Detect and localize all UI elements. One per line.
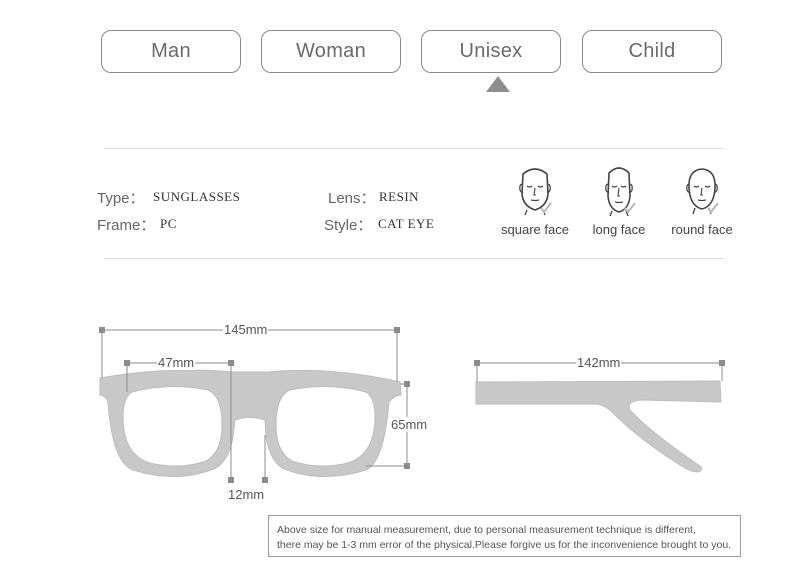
dim-lens-width: 47mm: [157, 355, 196, 370]
measurement-note: Above size for manual measurement, due t…: [268, 515, 741, 557]
dim-total-width: 145mm: [223, 322, 269, 337]
note-line-2: there may be 1-3 mm error of the physica…: [277, 539, 732, 551]
note-line-1: Above size for manual measurement, due t…: [277, 524, 696, 536]
glasses-front-frame: [99, 369, 402, 477]
dim-lens-height: 65mm: [390, 417, 429, 432]
glasses-temple: [475, 380, 722, 473]
dim-bridge: 12mm: [227, 487, 266, 502]
glasses-diagram: [99, 327, 725, 483]
dim-temple-length: 142mm: [576, 355, 622, 370]
